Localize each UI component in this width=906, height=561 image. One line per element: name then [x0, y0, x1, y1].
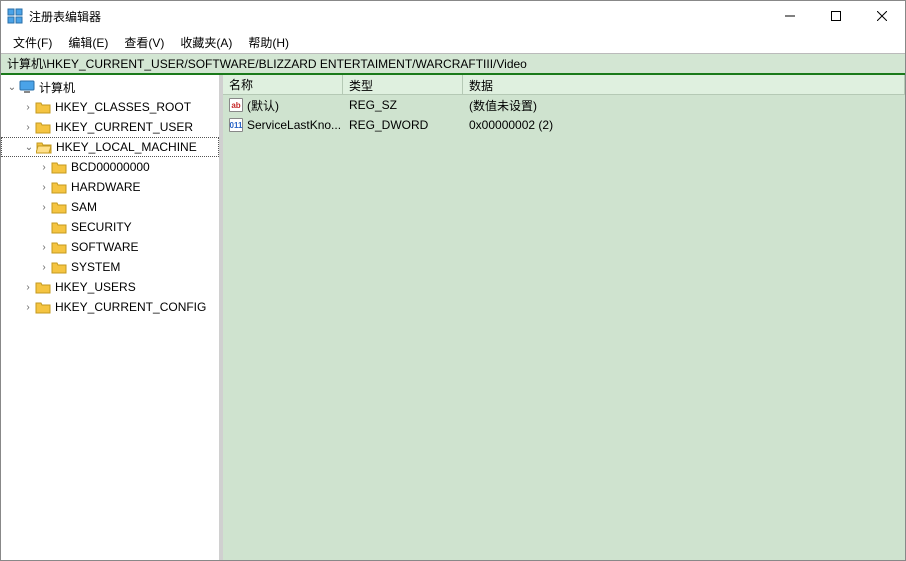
tree-node-bcd[interactable]: › BCD00000000: [1, 157, 219, 177]
window-controls: [767, 1, 905, 31]
value-type: REG_DWORD: [343, 117, 463, 133]
tree-node-hkcc[interactable]: › HKEY_CURRENT_CONFIG: [1, 297, 219, 317]
chevron-right-icon[interactable]: ›: [37, 242, 51, 253]
main-content: ⌄ 计算机 › HKEY_CLASSES_ROOT › HKEY_CURRENT…: [1, 75, 905, 560]
tree-node-hklm[interactable]: ⌄ HKEY_LOCAL_MACHINE: [1, 137, 219, 157]
window-title: 注册表编辑器: [29, 8, 767, 25]
titlebar: 注册表编辑器: [1, 1, 905, 31]
value-name: (默认): [247, 97, 279, 114]
folder-icon: [51, 180, 67, 194]
chevron-right-icon[interactable]: ›: [37, 182, 51, 193]
tree-node-hku[interactable]: › HKEY_USERS: [1, 277, 219, 297]
address-bar[interactable]: 计算机\HKEY_CURRENT_USER/SOFTWARE/BLIZZARD …: [1, 53, 905, 75]
col-header-name[interactable]: 名称: [223, 75, 343, 94]
folder-icon: [51, 220, 67, 234]
tree-label: 计算机: [39, 79, 75, 96]
address-text: 计算机\HKEY_CURRENT_USER/SOFTWARE/BLIZZARD …: [7, 55, 527, 72]
menu-help[interactable]: 帮助(H): [240, 32, 297, 53]
tree-label: HKEY_CURRENT_CONFIG: [55, 300, 206, 314]
menubar: 文件(F) 编辑(E) 查看(V) 收藏夹(A) 帮助(H): [1, 31, 905, 53]
list-body[interactable]: ab (默认) REG_SZ (数值未设置) 011 ServiceLastKn…: [223, 95, 905, 560]
tree-node-system[interactable]: › SYSTEM: [1, 257, 219, 277]
tree-label: HARDWARE: [71, 180, 141, 194]
menu-file[interactable]: 文件(F): [5, 32, 60, 53]
tree-label: HKEY_CURRENT_USER: [55, 120, 193, 134]
dword-value-icon: 011: [229, 118, 243, 132]
tree-pane[interactable]: ⌄ 计算机 › HKEY_CLASSES_ROOT › HKEY_CURRENT…: [1, 75, 219, 560]
menu-edit[interactable]: 编辑(E): [60, 32, 116, 53]
col-header-type[interactable]: 类型: [343, 75, 463, 94]
tree-node-security[interactable]: SECURITY: [1, 217, 219, 237]
close-button[interactable]: [859, 1, 905, 31]
tree-label: SOFTWARE: [71, 240, 139, 254]
chevron-right-icon[interactable]: ›: [37, 162, 51, 173]
tree-node-software[interactable]: › SOFTWARE: [1, 237, 219, 257]
folder-icon: [51, 240, 67, 254]
list-header: 名称 类型 数据: [223, 75, 905, 95]
folder-icon: [35, 300, 51, 314]
value-type: REG_SZ: [343, 97, 463, 113]
chevron-down-icon[interactable]: ⌄: [22, 142, 36, 153]
minimize-button[interactable]: [767, 1, 813, 31]
value-data: 0x00000002 (2): [463, 117, 905, 133]
chevron-right-icon[interactable]: ›: [21, 282, 35, 293]
folder-icon: [35, 120, 51, 134]
value-data: (数值未设置): [463, 96, 905, 115]
list-row[interactable]: ab (默认) REG_SZ (数值未设置): [223, 95, 905, 115]
tree-node-hkcr[interactable]: › HKEY_CLASSES_ROOT: [1, 97, 219, 117]
tree-label: SAM: [71, 200, 97, 214]
tree-node-sam[interactable]: › SAM: [1, 197, 219, 217]
folder-open-icon: [36, 140, 52, 154]
chevron-down-icon[interactable]: ⌄: [5, 82, 19, 93]
folder-icon: [51, 160, 67, 174]
tree-label: BCD00000000: [71, 160, 150, 174]
list-row[interactable]: 011 ServiceLastKno... REG_DWORD 0x000000…: [223, 115, 905, 135]
tree-node-hkcu[interactable]: › HKEY_CURRENT_USER: [1, 117, 219, 137]
string-value-icon: ab: [229, 98, 243, 112]
tree-label: SECURITY: [71, 220, 132, 234]
chevron-right-icon[interactable]: ›: [21, 102, 35, 113]
computer-icon: [19, 80, 35, 94]
col-header-data[interactable]: 数据: [463, 75, 905, 94]
folder-icon: [35, 280, 51, 294]
list-pane: 名称 类型 数据 ab (默认) REG_SZ (数值未设置) 011 Serv…: [223, 75, 905, 560]
tree-node-hardware[interactable]: › HARDWARE: [1, 177, 219, 197]
value-name: ServiceLastKno...: [247, 118, 341, 132]
chevron-right-icon[interactable]: ›: [21, 302, 35, 313]
folder-icon: [51, 260, 67, 274]
menu-view[interactable]: 查看(V): [116, 32, 172, 53]
tree-node-computer[interactable]: ⌄ 计算机: [1, 77, 219, 97]
chevron-right-icon[interactable]: ›: [21, 122, 35, 133]
tree-label: HKEY_USERS: [55, 280, 136, 294]
tree-label: HKEY_CLASSES_ROOT: [55, 100, 191, 114]
tree-label: SYSTEM: [71, 260, 120, 274]
tree-label: HKEY_LOCAL_MACHINE: [56, 140, 197, 154]
folder-icon: [35, 100, 51, 114]
folder-icon: [51, 200, 67, 214]
menu-favorites[interactable]: 收藏夹(A): [172, 32, 240, 53]
chevron-right-icon[interactable]: ›: [37, 262, 51, 273]
maximize-button[interactable]: [813, 1, 859, 31]
chevron-right-icon[interactable]: ›: [37, 202, 51, 213]
app-icon: [7, 8, 23, 24]
